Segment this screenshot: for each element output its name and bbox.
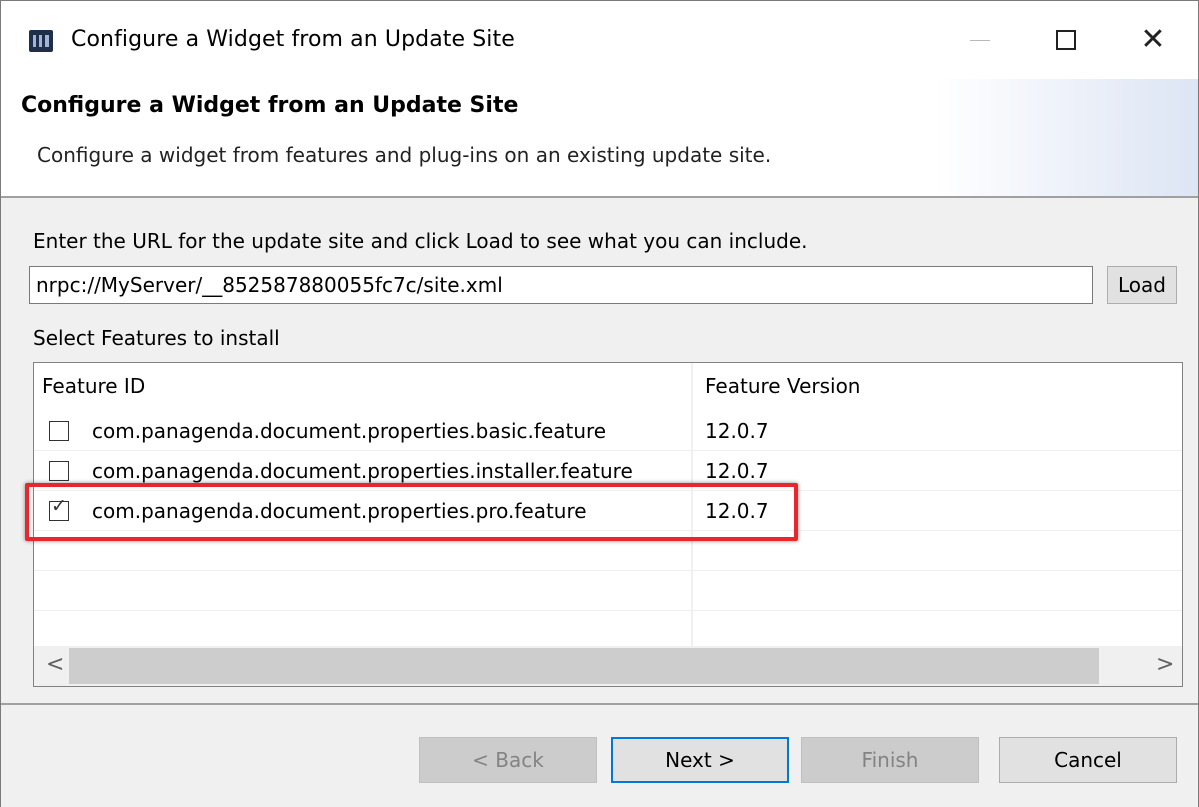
page-description: Configure a widget from features and plu… [37,143,772,167]
table-row[interactable]: ✓ com.panagenda.document.properties.pro.… [34,491,1182,531]
column-header-feature-version[interactable]: Feature Version [693,363,1182,411]
next-button[interactable]: Next > [611,737,789,783]
scrollbar-thumb[interactable] [69,648,1099,684]
dialog-window: Configure a Widget from an Update Site ✕… [0,0,1199,807]
wizard-banner: Configure a Widget from an Update Site C… [1,79,1198,196]
checkmark-icon: ✓ [51,495,67,517]
feature-version-cell: 12.0.7 [705,499,769,523]
minimize-button[interactable] [945,13,1015,67]
table-row-empty [34,571,1182,611]
wizard-footer: < Back Next > Finish Cancel [1,705,1198,807]
table-row-empty [34,531,1182,571]
finish-button[interactable]: Finish [801,737,979,783]
feature-checkbox-checked[interactable]: ✓ [49,497,69,521]
table-row-empty [34,611,1182,651]
feature-version-cell: 12.0.7 [705,459,769,483]
features-table-body: com.panagenda.document.properties.basic.… [34,411,1182,651]
feature-id-cell: com.panagenda.document.properties.basic.… [92,419,607,443]
feature-checkbox[interactable] [49,461,69,481]
close-button[interactable]: ✕ [1118,13,1188,67]
cancel-button[interactable]: Cancel [999,737,1177,783]
load-button[interactable]: Load [1107,266,1177,304]
close-icon: ✕ [1140,22,1166,57]
column-header-feature-id[interactable]: Feature ID [34,363,691,411]
scroll-left-icon[interactable]: < [46,652,64,677]
window-title: Configure a Widget from an Update Site [71,27,515,52]
back-button[interactable]: < Back [419,737,597,783]
maximize-button[interactable] [1031,13,1101,67]
page-title: Configure a Widget from an Update Site [21,93,519,118]
table-row[interactable]: com.panagenda.document.properties.instal… [34,451,1182,491]
feature-id-cell: com.panagenda.document.properties.pro.fe… [92,499,587,523]
scroll-right-icon[interactable]: > [1156,652,1174,677]
title-bar: Configure a Widget from an Update Site ✕ [1,1,1198,79]
maximize-icon [1056,30,1076,50]
feature-id-cell: com.panagenda.document.properties.instal… [92,459,633,483]
update-site-url-input[interactable] [29,266,1093,304]
minimize-icon [970,39,990,41]
url-instructions-label: Enter the URL for the update site and cl… [33,229,808,253]
table-row[interactable]: com.panagenda.document.properties.basic.… [34,411,1182,451]
features-label: Select Features to install [33,326,280,350]
wizard-content: Enter the URL for the update site and cl… [1,198,1198,703]
feature-version-cell: 12.0.7 [705,419,769,443]
widget-app-icon [29,30,53,52]
feature-checkbox[interactable] [49,421,69,441]
horizontal-scrollbar[interactable]: < > [34,646,1182,686]
features-table: Feature ID Feature Version com.panagenda… [33,362,1183,687]
